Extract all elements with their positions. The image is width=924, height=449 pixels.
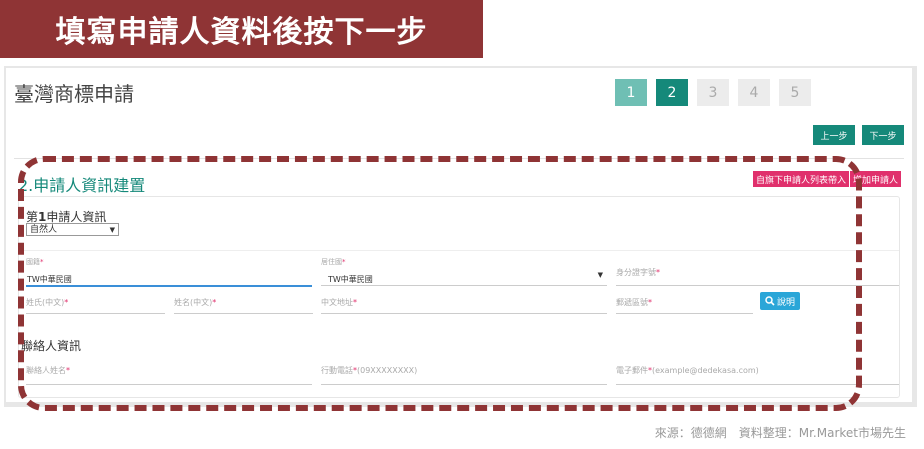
source-credit: 來源：德德網 資料整理：Mr.Market市場先生	[654, 426, 906, 440]
divider	[14, 158, 904, 159]
zip-label-text: 郵遞區號	[616, 298, 648, 307]
application-page: 臺灣商標申請 1 2 3 4 5 上一步 下一步 2.申請人資訊建置 自旗下申請…	[6, 68, 912, 402]
mobile-hint-text: (09XXXXXXXX)	[357, 366, 418, 375]
surname-label-text: 姓氏(中文)	[26, 298, 65, 307]
id-number-label-text: 身分證字號	[616, 268, 656, 277]
contact-name-label-text: 聯絡人姓名	[26, 366, 66, 375]
required-mark: *	[212, 298, 217, 307]
required-mark: *	[66, 366, 70, 375]
explain-button-label: 說明	[776, 297, 795, 308]
given-name-placeholder: 姓名(中文)*	[174, 297, 216, 308]
screenshot-frame: 臺灣商標申請 1 2 3 4 5 上一步 下一步 2.申請人資訊建置 自旗下申請…	[4, 66, 917, 407]
explain-button[interactable]: 說明	[760, 292, 800, 310]
contact-name-placeholder: 聯絡人姓名*	[26, 365, 70, 376]
nationality-label: 國籍*	[26, 257, 44, 267]
mobile-field[interactable]: 行動電話*(09XXXXXXXX)	[321, 361, 607, 385]
required-mark: *	[648, 298, 652, 307]
page-title: 臺灣商標申請	[14, 82, 134, 106]
add-applicant-button[interactable]: 增加申請人	[850, 171, 902, 187]
zip-field[interactable]: 郵遞區號*	[616, 285, 753, 314]
email-label-text: 電子郵件	[616, 366, 648, 375]
residence-label: 居住國*	[321, 257, 346, 267]
dropdown-arrow-icon: ▼	[109, 226, 115, 234]
residence-label-text: 居住國	[321, 258, 342, 266]
contact-name-field[interactable]: 聯絡人姓名*	[26, 361, 312, 385]
nationality-value: TW中華民國	[27, 275, 72, 284]
id-number-field[interactable]: 身分證字號*	[616, 257, 899, 286]
step-indicator: 1 2 3 4 5	[615, 79, 811, 106]
email-hint-text: (example@dedekasa.com)	[652, 366, 759, 375]
surname-field[interactable]: 姓氏(中文)*	[26, 285, 165, 314]
required-mark: *	[40, 258, 44, 266]
search-icon	[765, 296, 775, 306]
required-mark: *	[656, 268, 660, 277]
mobile-placeholder: 行動電話*(09XXXXXXXX)	[321, 365, 417, 376]
step-1[interactable]: 1	[615, 79, 647, 106]
card-divider	[19, 250, 899, 251]
nationality-label-text: 國籍	[26, 258, 40, 266]
applicant-heading-prefix: 第	[26, 210, 39, 224]
required-mark: *	[353, 298, 357, 307]
given-name-field[interactable]: 姓名(中文)*	[174, 285, 313, 314]
required-mark: *	[342, 258, 346, 266]
address-label-text: 中文地址	[321, 298, 353, 307]
step-5[interactable]: 5	[779, 79, 811, 106]
address-field[interactable]: 中文地址*	[321, 285, 607, 314]
contact-heading: 聯絡人資訊	[21, 339, 82, 353]
applicant-card: 第1申請人資訊 自然人 ▼ 國籍* TW中華民國 居住國* TW中華民國 ▼ 身…	[18, 196, 900, 398]
step-3[interactable]: 3	[697, 79, 729, 106]
given-name-label-text: 姓名(中文)	[174, 298, 213, 307]
applicant-type-value: 自然人	[30, 225, 58, 235]
next-step-button[interactable]: 下一步	[862, 125, 904, 145]
required-mark: *	[64, 298, 69, 307]
zip-placeholder: 郵遞區號*	[616, 297, 652, 308]
banner-text: 填寫申請人資料後按下一步	[55, 15, 428, 50]
step-4[interactable]: 4	[738, 79, 770, 106]
email-placeholder: 電子郵件*(example@dedekasa.com)	[616, 365, 759, 376]
email-field[interactable]: 電子郵件*(example@dedekasa.com)	[616, 361, 899, 385]
applicant-type-select[interactable]: 自然人 ▼	[26, 223, 119, 236]
residence-select[interactable]: 居住國* TW中華民國 ▼	[321, 257, 607, 286]
residence-value: TW中華民國	[328, 275, 373, 284]
applicant-heading-suffix: 申請人資訊	[46, 210, 107, 224]
surname-placeholder: 姓氏(中文)*	[26, 297, 68, 308]
nationality-field[interactable]: 國籍* TW中華民國	[26, 257, 312, 287]
prev-step-button[interactable]: 上一步	[813, 125, 855, 145]
id-number-placeholder: 身分證字號*	[616, 267, 660, 278]
import-applicant-button[interactable]: 自旗下申請人列表帶入	[753, 171, 850, 187]
step-2[interactable]: 2	[656, 79, 688, 106]
section-title: 2.申請人資訊建置	[18, 176, 146, 195]
instruction-banner: 填寫申請人資料後按下一步	[0, 0, 483, 58]
address-placeholder: 中文地址*	[321, 297, 357, 308]
mobile-label-text: 行動電話	[321, 366, 353, 375]
dropdown-arrow-icon: ▼	[597, 271, 603, 279]
